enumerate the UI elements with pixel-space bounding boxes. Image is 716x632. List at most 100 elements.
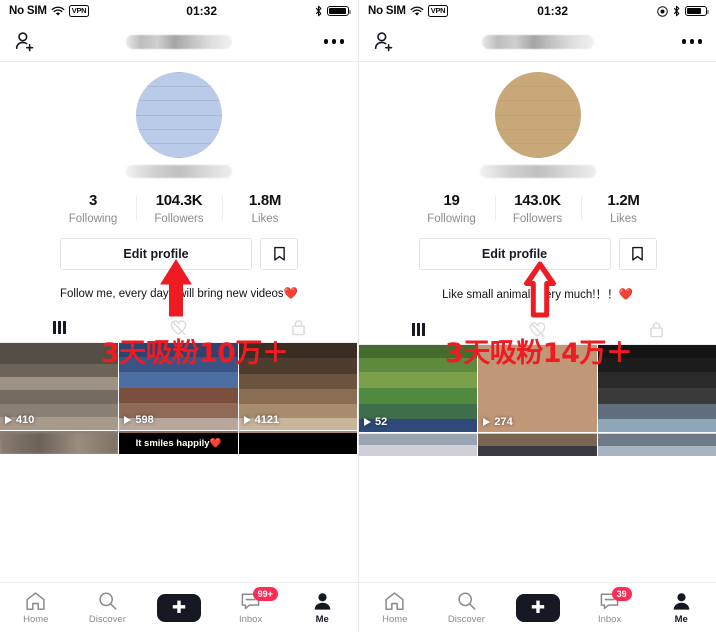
dual-screenshot-comparison: No SIM VPN 01:32 3 Following 104.3K Foll… xyxy=(0,0,716,632)
bluetooth-icon xyxy=(315,5,322,17)
nav-label: Inbox xyxy=(238,613,263,625)
wifi-icon xyxy=(51,6,65,16)
profile-stats: 3 Following 104.3K Followers 1.8M Likes xyxy=(0,192,358,225)
nav-label: Inbox xyxy=(597,613,622,625)
stat-likes[interactable]: 1.2M Likes xyxy=(580,192,667,225)
annotation-text: 3天吸粉10万＋ xyxy=(101,338,289,369)
carrier-label: No SIM xyxy=(9,5,47,17)
phone-screen-right: No SIM VPN 01:32 19 Following 143.0K Fol… xyxy=(358,0,716,632)
view-count: 410 xyxy=(5,414,34,426)
annotation-text: 3天吸粉14万＋ xyxy=(445,338,633,369)
stat-label: Following xyxy=(427,213,476,225)
profile-header-bar xyxy=(0,22,358,62)
stat-label: Followers xyxy=(154,213,204,225)
stat-followers[interactable]: 104.3K Followers xyxy=(136,192,222,225)
stat-value: 19 xyxy=(443,192,460,209)
play-icon xyxy=(364,418,371,426)
stat-value: 1.2M xyxy=(607,192,640,209)
avatar[interactable] xyxy=(136,72,222,158)
inbox-badge: 99+ xyxy=(252,586,278,601)
status-bar: No SIM VPN 01:32 xyxy=(0,0,358,22)
add-person-icon[interactable] xyxy=(373,30,396,53)
play-icon xyxy=(5,416,12,424)
nav-item-home[interactable]: Home xyxy=(359,591,431,625)
video-cell[interactable] xyxy=(478,433,598,457)
view-count: 4121 xyxy=(243,414,280,426)
grid-icon xyxy=(412,323,425,336)
nav-item-home[interactable]: Home xyxy=(0,591,72,625)
stat-following[interactable]: 3 Following xyxy=(50,192,136,225)
nav-item-discover[interactable]: Discover xyxy=(431,591,503,625)
nav-label: Discover xyxy=(88,613,126,625)
status-bar: No SIM VPN 01:32 xyxy=(359,0,716,22)
view-count: 598 xyxy=(124,414,154,426)
nav-label: Home xyxy=(23,613,49,625)
stat-followers[interactable]: 143.0K Followers xyxy=(494,192,581,225)
video-cell[interactable] xyxy=(359,433,479,457)
video-caption: It smiles happily❤️ xyxy=(119,433,238,454)
play-icon xyxy=(124,416,132,424)
nav-item-create[interactable]: ✚ xyxy=(143,593,215,622)
bookmark-icon xyxy=(273,246,285,261)
nav-label: Home xyxy=(382,613,408,625)
nav-item-inbox[interactable]: Inbox 39 xyxy=(574,586,646,625)
view-count-value: 52 xyxy=(375,416,388,428)
view-count-value: 598 xyxy=(135,414,154,426)
more-options-icon[interactable] xyxy=(323,39,344,44)
view-count-value: 410 xyxy=(16,414,35,426)
video-caption-redacted xyxy=(0,433,119,454)
bookmark-icon xyxy=(632,246,643,261)
video-cell[interactable] xyxy=(238,431,358,455)
view-count-value: 4121 xyxy=(254,414,280,426)
edit-profile-button[interactable]: Edit profile xyxy=(418,238,611,270)
stat-value: 143.0K xyxy=(514,192,561,209)
play-icon xyxy=(243,416,251,424)
avatar-wrapper xyxy=(0,72,358,158)
create-icon[interactable]: ✚ xyxy=(153,593,204,622)
nav-label: Me xyxy=(315,613,329,625)
status-bar-right xyxy=(314,5,351,17)
nav-item-create[interactable]: ✚ xyxy=(502,593,574,622)
bookmark-button[interactable] xyxy=(260,238,298,270)
profile-stats: 19 Following 143.0K Followers 1.2M Likes xyxy=(359,192,716,225)
stat-following[interactable]: 19 Following xyxy=(409,192,495,225)
avatar[interactable] xyxy=(494,72,581,158)
username-redacted xyxy=(359,34,716,49)
nav-item-me[interactable]: Me xyxy=(286,591,358,625)
profile-actions: Edit profile xyxy=(0,238,358,270)
bio-text: Follow me, every day I will bring new vi… xyxy=(59,288,299,300)
more-options-icon[interactable] xyxy=(681,39,702,44)
status-bar-right xyxy=(657,5,709,17)
stat-value: 1.8M xyxy=(248,192,282,209)
home-icon xyxy=(385,591,404,610)
stat-likes[interactable]: 1.8M Likes xyxy=(222,192,308,225)
profile-actions: Edit profile xyxy=(359,238,716,270)
clock: 01:32 xyxy=(186,4,217,18)
add-person-icon[interactable] xyxy=(14,30,37,53)
bookmark-button[interactable] xyxy=(618,238,657,270)
stat-value: 3 xyxy=(88,192,98,209)
person-icon xyxy=(314,592,330,610)
view-count-value: 274 xyxy=(494,416,513,428)
nav-item-me[interactable]: Me xyxy=(645,591,716,625)
video-cell[interactable] xyxy=(597,433,716,457)
handle-redacted xyxy=(479,165,596,178)
status-bar-left: No SIM VPN xyxy=(368,4,449,18)
vpn-badge: VPN xyxy=(68,4,90,18)
edit-profile-button[interactable]: Edit profile xyxy=(60,238,252,270)
stat-label: Following xyxy=(68,213,118,225)
wifi-icon xyxy=(410,6,424,16)
stat-label: Followers xyxy=(512,213,563,225)
profile-section xyxy=(359,62,716,178)
carrier-label: No SIM xyxy=(368,5,406,17)
nav-item-inbox[interactable]: Inbox 99+ xyxy=(215,586,287,625)
nav-item-discover[interactable]: Discover xyxy=(72,591,144,625)
battery-icon xyxy=(685,5,709,17)
home-icon xyxy=(26,591,45,610)
video-cell[interactable]: It smiles happily❤️ xyxy=(119,431,239,455)
create-icon[interactable]: ✚ xyxy=(512,593,563,622)
video-cell[interactable] xyxy=(0,431,120,455)
view-count: 52 xyxy=(364,416,387,428)
vpn-badge: VPN xyxy=(427,4,449,18)
bluetooth-icon xyxy=(673,5,680,17)
